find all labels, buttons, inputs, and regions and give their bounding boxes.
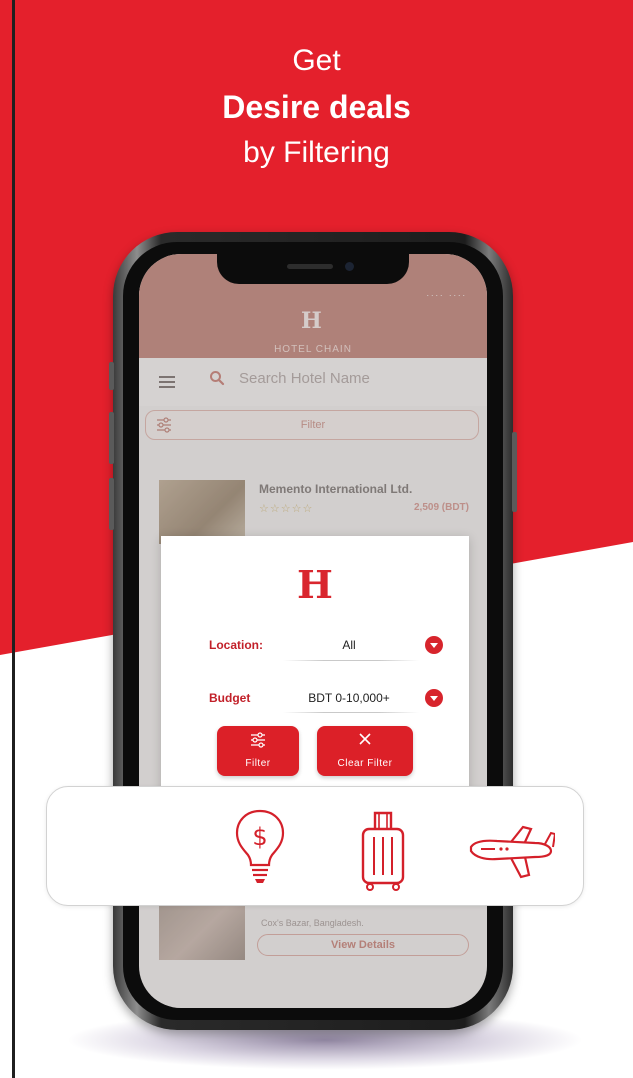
location-select[interactable]: All xyxy=(287,638,411,652)
airplane-icon xyxy=(469,825,555,879)
budget-dropdown-icon[interactable] xyxy=(425,689,443,707)
headline-line-2: Desire deals xyxy=(222,89,411,125)
location-label: Location: xyxy=(209,638,263,652)
location-underline xyxy=(283,660,419,661)
headline-line-1: Get xyxy=(292,44,341,77)
phone-mockup: .... .... H HOTEL CHAIN Search Hotel Nam… xyxy=(109,232,517,1030)
location-dropdown-icon[interactable] xyxy=(425,636,443,654)
lightbulb-dollar-icon: $ xyxy=(235,809,285,883)
svg-text:$: $ xyxy=(252,823,267,851)
phone-notch xyxy=(217,254,409,284)
phone-power-button xyxy=(512,432,517,512)
phone-volume-down-button xyxy=(109,478,114,530)
budget-label: Budget xyxy=(209,691,251,705)
clear-filter-button-label: Clear Filter xyxy=(337,758,393,769)
filter-button-label: Filter xyxy=(245,758,271,769)
budget-select[interactable]: BDT 0-10,000+ xyxy=(287,691,411,705)
phone-speaker xyxy=(287,264,333,269)
headline: Get Desire deals by Filtering xyxy=(0,38,633,176)
promo-stage: Get Desire deals by Filtering .... .... … xyxy=(0,0,633,1078)
filter-modal: H Location: All Budget BDT 0-10,000+ Fil… xyxy=(161,536,469,816)
filter-button[interactable]: Filter xyxy=(217,726,299,776)
budget-underline xyxy=(283,712,419,713)
modal-logo: H xyxy=(297,562,333,607)
close-icon xyxy=(317,732,413,751)
sliders-icon xyxy=(217,732,299,753)
feature-band: $ xyxy=(46,786,584,906)
headline-line-3: by Filtering xyxy=(243,136,390,169)
left-border xyxy=(12,0,15,1078)
phone-volume-up-button xyxy=(109,412,114,464)
luggage-icon xyxy=(361,811,405,891)
phone-camera xyxy=(345,262,354,271)
phone-mute-button xyxy=(109,362,114,390)
clear-filter-button[interactable]: Clear Filter xyxy=(317,726,413,776)
